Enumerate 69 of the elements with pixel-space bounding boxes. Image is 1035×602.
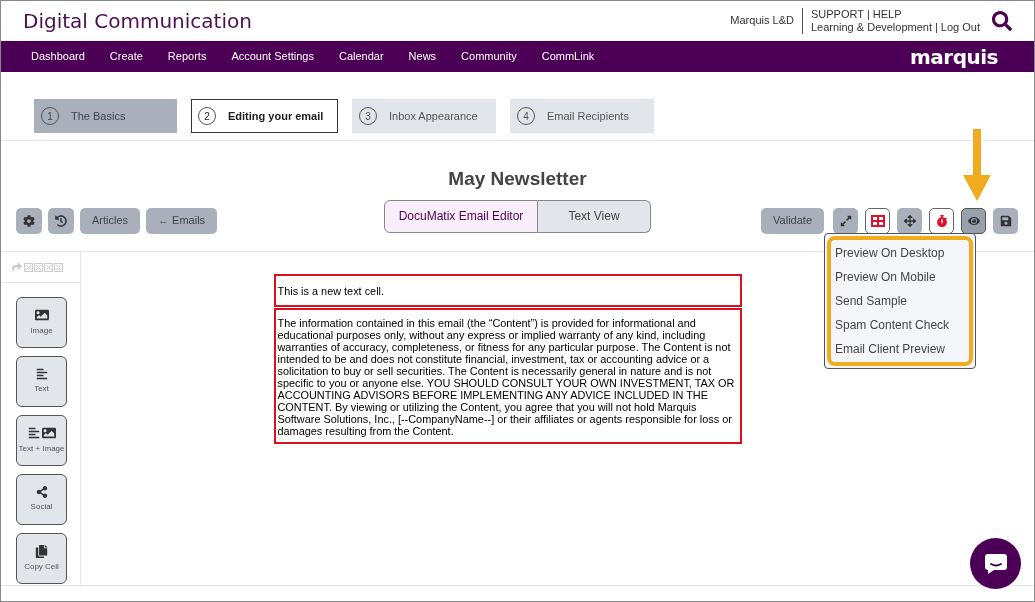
settings-icon	[23, 214, 35, 227]
history-icon	[55, 214, 67, 227]
toolbar-button[interactable]	[897, 207, 922, 234]
step-number: 1	[41, 107, 59, 125]
share-icon	[35, 486, 48, 498]
save-icon	[999, 214, 1012, 227]
step-label: The Basics	[71, 108, 126, 124]
nav-link[interactable]: Dashboard	[31, 48, 85, 65]
menu-item[interactable]: Send Sample	[827, 289, 969, 313]
copy-icon	[35, 544, 48, 558]
toolbar-button[interactable]	[833, 207, 858, 234]
menu-item[interactable]: Preview On Desktop	[827, 241, 969, 265]
toolbar-button[interactable]	[865, 207, 890, 234]
newsletter-title: May Newsletter	[447, 167, 588, 191]
block-button[interactable]: Text	[16, 356, 67, 407]
nav-link[interactable]: Account Settings	[231, 48, 314, 65]
move-icon	[903, 214, 916, 227]
logo: marquis	[910, 43, 998, 71]
step-tab[interactable]: 2 Editing your email	[191, 99, 338, 133]
chat-icon	[983, 552, 1008, 575]
cell-text: This is a new text cell.	[277, 285, 385, 297]
menu-item[interactable]: Email Client Preview	[827, 337, 969, 361]
toolbar-button[interactable]: ← Emails	[146, 207, 218, 234]
nav-link[interactable]: News	[408, 48, 437, 65]
block-button[interactable]: Image	[16, 297, 67, 348]
help-link[interactable]: HELP	[872, 8, 902, 21]
step-tab[interactable]: 1 The Basics	[34, 99, 177, 133]
step-tab[interactable]: 4 Email Recipients	[510, 99, 654, 133]
step-label: Email Recipients	[547, 108, 629, 124]
eye-icon	[967, 214, 980, 227]
text-cell[interactable]: This is a new text cell.	[273, 274, 742, 307]
menu-item[interactable]: Spam Content Check	[827, 313, 969, 337]
separator-text: |	[935, 21, 938, 34]
nav-link[interactable]: Calendar	[338, 48, 384, 65]
text-lines-icon	[35, 368, 48, 380]
search-icon[interactable]	[992, 11, 1012, 31]
view-tab[interactable]: Text View	[538, 199, 651, 233]
toolbar-button[interactable]	[961, 207, 986, 234]
validate-button[interactable]: Validate	[761, 207, 824, 234]
nav-link[interactable]: Create	[109, 48, 143, 65]
logout-link[interactable]: Log Out	[940, 21, 980, 34]
block-button[interactable]: Text + Image	[16, 415, 67, 466]
separator-text: |	[866, 8, 870, 21]
grid-icon	[870, 214, 885, 227]
app-title: Digital Communication	[23, 8, 252, 35]
step-label: Inbox Appearance	[389, 108, 478, 124]
view-tab[interactable]: DocuMatix Email Editor	[384, 199, 538, 233]
toolbar-button[interactable]	[929, 207, 954, 234]
toolbar-button[interactable]	[48, 207, 74, 234]
step-label: Editing your email	[228, 108, 324, 124]
support-link[interactable]: SUPPORT	[810, 8, 864, 21]
expand-icon	[839, 214, 852, 227]
account-name: Marquis L&D	[730, 13, 794, 28]
nav-link[interactable]: CommLink	[541, 48, 595, 65]
toolbar-button[interactable]	[16, 207, 42, 234]
cell-text: The information contained in this email (the “Content”) is provided for informational and educational purposes only, without any express or implied warranty of any kind, including warranties of accuracy, completeness, or fitness for any particular purpose. The Content is not intended to be and does not constitute financial, investment, tax or accounting advice or a solicitation to buy or sell securities. The Content is necessarily general in nature and is not specific to you or anyone else. YOU SHOULD CONSULT YOUR OWN INVESTMENT, TAX OR ACCOUNTING ADVISORS BEFORE IMPLEMENTING ANY ADVICE INCLUDED IN THE CONTENT. By viewing or utilizing the Content, you agree that you will not hold Marquis Software Solutions, Inc., [--CompanyName--] or their affiliates or agents responsible for loss or damages resulting from the Content.	[277, 317, 735, 437]
text-image-icon	[27, 426, 56, 440]
toolbar-button[interactable]: Articles	[80, 207, 141, 234]
toolbar-button[interactable]	[993, 207, 1018, 234]
nav-link[interactable]: Reports	[167, 48, 207, 65]
menu-item[interactable]: Preview On Mobile	[827, 265, 969, 289]
step-tab[interactable]: 3 Inbox Appearance	[352, 99, 496, 133]
block-button[interactable]: Copy Cell	[16, 533, 67, 584]
image-icon	[34, 308, 49, 322]
chat-button[interactable]	[970, 538, 1021, 589]
stopwatch-icon	[935, 214, 948, 227]
nav-link[interactable]: Community	[461, 48, 517, 65]
block-button[interactable]: Social	[16, 474, 67, 525]
learning-link[interactable]: Learning & Development	[810, 21, 932, 34]
